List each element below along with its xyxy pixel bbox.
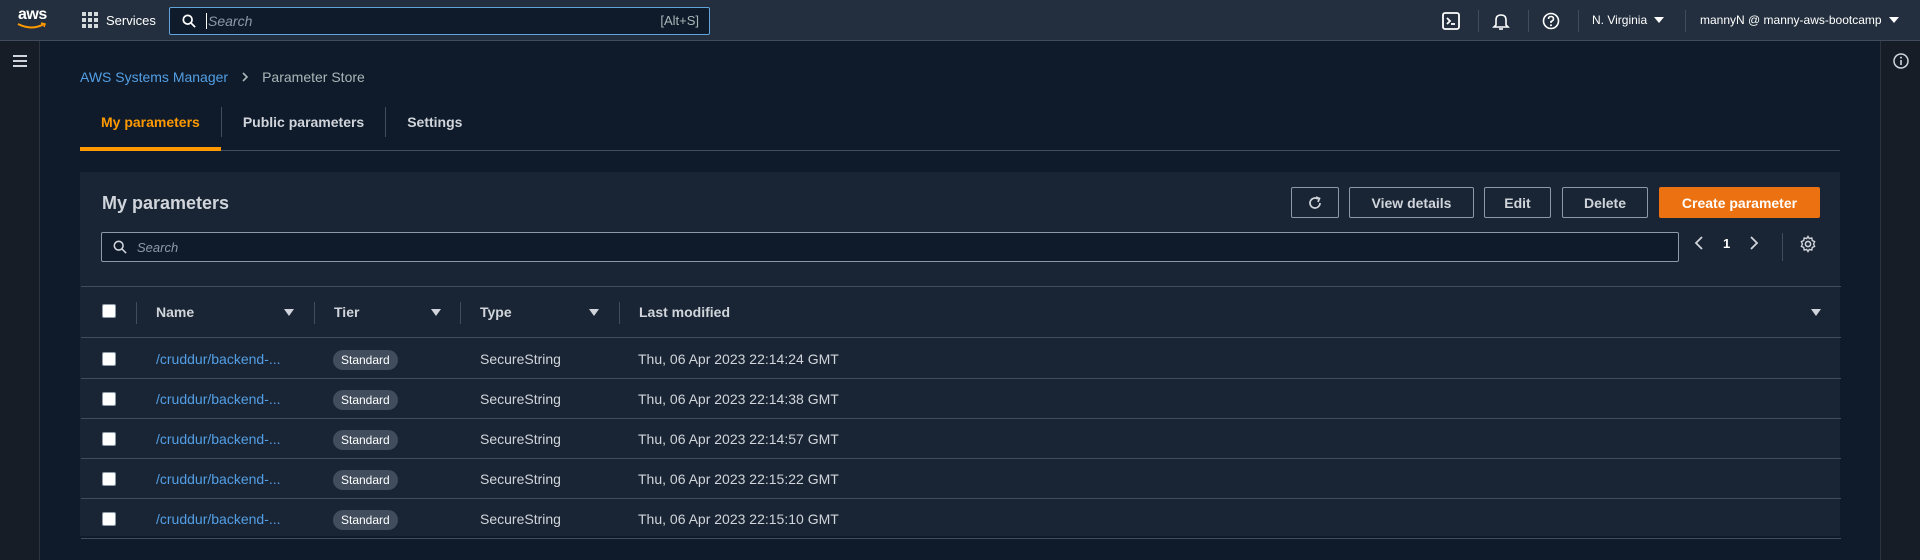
nav-divider [1685,10,1686,32]
table-row: /cruddur/backend-... Standard SecureStri… [81,459,1841,499]
parameter-name-link[interactable]: /cruddur/backend-... [156,431,281,447]
parameter-name-link[interactable]: /cruddur/backend-... [156,391,281,407]
table-header: Name Tier Type Last modified [81,288,1841,338]
column-header-tier[interactable]: Tier [334,304,359,320]
sort-caret-icon[interactable] [589,309,599,316]
parameter-name-link[interactable]: /cruddur/backend-... [156,471,281,487]
container-header: My parameters View details Edit Delete C… [81,173,1841,287]
page-number[interactable]: 1 [1723,236,1730,251]
nav-divider [1528,10,1529,32]
tier-badge: Standard [333,430,398,450]
row-checkbox[interactable] [102,512,116,526]
parameter-last-modified: Thu, 06 Apr 2023 22:14:57 GMT [638,431,839,447]
parameter-last-modified: Thu, 06 Apr 2023 22:15:10 GMT [638,511,839,527]
refresh-icon [1309,195,1321,209]
filter-placeholder: Search [137,239,179,255]
bell-icon[interactable] [1492,12,1510,30]
parameters-table-container: My parameters View details Edit Delete C… [80,172,1841,539]
row-checkbox[interactable] [102,432,116,446]
view-details-button[interactable]: View details [1349,187,1474,218]
chevron-left-icon[interactable] [1693,235,1705,251]
parameter-last-modified: Thu, 06 Apr 2023 22:14:38 GMT [638,391,839,407]
search-icon [113,240,127,254]
tab-list: My parameters Public parameters Settings [80,107,1840,151]
table-row: /cruddur/backend-... Standard SecureStri… [81,499,1841,539]
sort-caret-icon[interactable] [284,309,294,316]
column-divider [314,302,315,324]
hamburger-icon[interactable] [13,55,27,70]
column-header-type[interactable]: Type [480,304,512,320]
select-all-checkbox[interactable] [102,304,116,318]
region-selector[interactable]: N. Virginia [1592,13,1665,27]
delete-button[interactable]: Delete [1562,187,1648,218]
left-side-rail [0,41,40,560]
row-checkbox[interactable] [102,472,116,486]
help-icon[interactable] [1542,12,1560,30]
breadcrumb-systems-manager-link[interactable]: AWS Systems Manager [80,69,228,85]
refresh-button[interactable] [1291,187,1339,218]
chevron-right-icon[interactable] [1748,235,1760,251]
tab-public-parameters[interactable]: Public parameters [222,107,385,137]
search-placeholder: Search [206,13,253,29]
parameter-type: SecureString [480,391,561,407]
parameter-last-modified: Thu, 06 Apr 2023 22:14:24 GMT [638,351,839,367]
sort-caret-icon[interactable] [1811,309,1821,316]
pagination-divider [1782,233,1783,261]
row-checkbox[interactable] [102,392,116,406]
column-divider [136,302,137,324]
table-row: /cruddur/backend-... Standard SecureStri… [81,339,1841,379]
parameter-name-link[interactable]: /cruddur/backend-... [156,511,281,527]
table-row: /cruddur/backend-... Standard SecureStri… [81,419,1841,459]
services-menu-button[interactable]: Services [82,12,156,28]
column-header-last-modified[interactable]: Last modified [639,304,730,320]
edit-button[interactable]: Edit [1484,187,1551,218]
tier-badge: Standard [333,470,398,490]
aws-logo[interactable]: aws [17,6,51,34]
column-divider [460,302,461,324]
services-label: Services [106,12,156,28]
parameter-name-link[interactable]: /cruddur/backend-... [156,351,281,367]
services-grid-icon [82,12,98,28]
search-icon [182,14,196,28]
account-label: mannyN @ manny-aws-bootcamp [1700,13,1882,27]
tier-badge: Standard [333,350,398,370]
breadcrumb-current: Parameter Store [262,69,365,85]
parameter-type: SecureString [480,511,561,527]
tab-settings[interactable]: Settings [386,107,483,137]
region-label: N. Virginia [1592,13,1648,27]
search-shortcut: [Alt+S] [660,13,699,28]
parameter-filter-input[interactable]: Search [101,232,1679,262]
column-header-name[interactable]: Name [156,304,194,320]
chevron-down-icon [1654,17,1665,23]
chevron-right-icon [242,72,249,82]
container-title: My parameters [102,193,230,213]
aws-smile-icon [17,22,46,29]
account-menu[interactable]: mannyN @ manny-aws-bootcamp [1700,13,1899,27]
settings-gear-icon[interactable] [1799,235,1817,253]
right-side-rail [1880,41,1920,560]
column-divider [619,302,620,324]
nav-divider [1478,10,1479,32]
table-row: /cruddur/backend-... Standard SecureStri… [81,379,1841,419]
global-search-input[interactable]: Search [Alt+S] [169,7,710,35]
create-parameter-button[interactable]: Create parameter [1659,187,1820,218]
breadcrumb: AWS Systems Manager Parameter Store [80,69,365,85]
parameter-type: SecureString [480,431,561,447]
tier-badge: Standard [333,510,398,530]
parameter-last-modified: Thu, 06 Apr 2023 22:15:22 GMT [638,471,839,487]
tier-badge: Standard [333,390,398,410]
row-checkbox[interactable] [102,352,116,366]
info-icon[interactable] [1893,53,1909,69]
sort-caret-icon[interactable] [431,309,441,316]
chevron-down-icon [1888,17,1899,23]
nav-divider [1578,10,1579,32]
tab-my-parameters[interactable]: My parameters [80,107,221,151]
pagination: 1 [1693,235,1760,251]
top-navigation: aws Services Search [Alt+S] N. Virginia … [0,0,1920,41]
parameter-type: SecureString [480,351,561,367]
cloudshell-icon[interactable] [1442,12,1460,30]
parameter-type: SecureString [480,471,561,487]
